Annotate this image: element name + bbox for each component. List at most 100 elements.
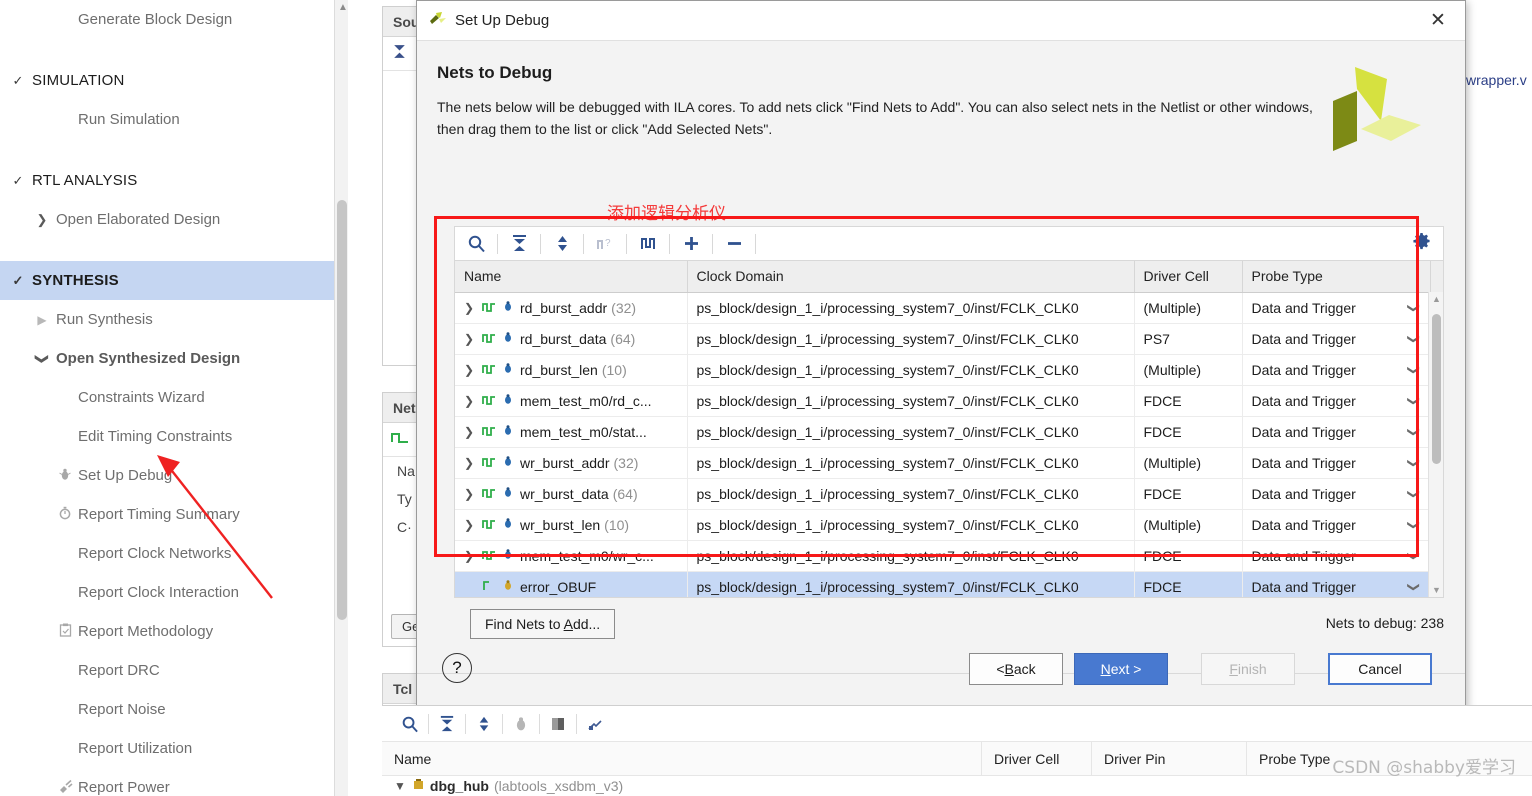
sidebar-item-edit-timing-constraints[interactable]: Edit Timing Constraints (0, 417, 348, 456)
table-row[interactable]: ❯ wr_burst_addr (32) ps_block/design_1_i/pr… (455, 447, 1443, 479)
table-row[interactable]: ❯ mem_test_m0/wr_c... ps_block/design_1_i/… (455, 540, 1443, 572)
chevron-down-icon[interactable]: ❯ (34, 347, 50, 371)
expand-row-icon[interactable]: ❯ (464, 549, 482, 563)
help-button[interactable]: ? (442, 653, 472, 683)
scroll-down-arrow-icon[interactable]: ▼ (1432, 585, 1441, 595)
table-row[interactable]: ❯ mem_test_m0/rd_c... ps_block/design_1_i/… (455, 385, 1443, 417)
sidebar-item-report-power[interactable]: Report Power (0, 768, 348, 796)
sidebar-scrollbar-thumb[interactable] (337, 200, 347, 620)
cell-probe-type[interactable]: Data and Trigger ❯ (1242, 447, 1431, 479)
table-vertical-scrollbar[interactable]: ▲ ▼ (1428, 292, 1443, 597)
chevron-down-icon[interactable]: ❯ (1407, 426, 1421, 436)
chevron-down-icon[interactable]: ▼ (394, 779, 406, 793)
chevron-down-icon[interactable]: ❯ (1407, 457, 1421, 467)
sidebar-scrollbar[interactable]: ▲ (334, 0, 348, 796)
close-icon[interactable]: ✕ (1421, 6, 1455, 36)
scroll-up-arrow-icon[interactable]: ▲ (338, 2, 348, 13)
sidebar-item-report-noise[interactable]: Report Noise (0, 690, 348, 729)
chevron-down-icon[interactable]: ❯ (1407, 395, 1421, 405)
cell-probe-type[interactable]: Data and Trigger ❯ (1242, 323, 1431, 355)
table-row[interactable]: ❯ rd_burst_len (10) ps_block/design_1_i/pro… (455, 354, 1443, 386)
table-row[interactable]: error_OBUF ps_block/design_1_i/processing… (455, 571, 1443, 597)
column-header-name[interactable]: Name (455, 261, 688, 293)
collapse-all-icon[interactable] (498, 228, 540, 260)
app-window: Generate Block Design ✓ SIMULATION Run Simu… (0, 0, 1532, 796)
column-header-probe-type[interactable]: Probe Type (1242, 261, 1431, 293)
table-row[interactable]: ❯ wr_burst_data (64) ps_block/design_1_i/pr… (455, 478, 1443, 510)
sidebar-item-synthesis[interactable]: ✓ SYNTHESIS (0, 261, 348, 300)
table-row[interactable]: ❯ mem_test_m0/stat... ps_block/design_1_i/… (455, 416, 1443, 448)
column-header-driver-pin[interactable]: Driver Pin (1092, 741, 1247, 776)
table-scrollbar-thumb[interactable] (1432, 314, 1441, 464)
source-file-label[interactable]: wrapper.v (1466, 60, 1532, 100)
expand-row-icon[interactable]: ❯ (464, 363, 482, 377)
scroll-up-arrow-icon[interactable]: ▲ (1432, 294, 1441, 304)
sidebar-item-report-clock-interaction[interactable]: Report Clock Interaction (0, 573, 348, 612)
collapse-all-icon[interactable] (429, 709, 465, 739)
column-header-clock-domain[interactable]: Clock Domain (687, 261, 1135, 293)
play-icon[interactable]: ▶ (30, 313, 54, 327)
sidebar-item-run-synthesis[interactable]: ▶ Run Synthesis (0, 300, 348, 339)
mark-debug-icon[interactable] (627, 228, 669, 260)
back-button[interactable]: < Back (969, 653, 1063, 685)
sidebar-item-report-clock-networks[interactable]: Report Clock Networks (0, 534, 348, 573)
sidebar-item-report-timing-summary[interactable]: Report Timing Summary (0, 495, 348, 534)
chevron-down-icon[interactable]: ❯ (1407, 581, 1421, 591)
column-header-driver-cell[interactable]: Driver Cell (982, 741, 1092, 776)
waveform-icon[interactable] (391, 430, 409, 449)
cell-probe-type[interactable]: Data and Trigger ❯ (1242, 509, 1431, 541)
debug-panel-row[interactable]: ▼ dbg_hub (labtools_xsdbm_v3) (382, 776, 1532, 796)
find-nets-to-add-button[interactable]: Find Nets to Add... (470, 609, 616, 639)
chevron-down-icon[interactable]: ❯ (1407, 302, 1421, 312)
expand-all-icon[interactable] (541, 228, 583, 260)
sidebar-item-report-drc[interactable]: Report DRC (0, 651, 348, 690)
sidebar-item-set-up-debug[interactable]: Set Up Debug (0, 456, 348, 495)
sidebar-item-open-elaborated-design[interactable]: ❯ Open Elaborated Design (0, 200, 348, 239)
cell-probe-type[interactable]: Data and Trigger ❯ (1242, 292, 1431, 324)
table-row[interactable]: ❯ rd_burst_data (64) ps_block/design_1_i/pr… (455, 323, 1443, 355)
chevron-down-icon[interactable]: ❯ (1407, 364, 1421, 374)
add-nets-icon[interactable] (670, 228, 712, 260)
expand-row-icon[interactable]: ❯ (464, 332, 482, 346)
ila-core-icon[interactable] (540, 709, 576, 739)
cell-probe-type[interactable]: Data and Trigger ❯ (1242, 354, 1431, 386)
sidebar-item-constraints-wizard[interactable]: Constraints Wizard (0, 378, 348, 417)
table-row[interactable]: ❯ wr_burst_len (10) ps_block/design_1_i/pro… (455, 509, 1443, 541)
gear-icon[interactable] (1412, 232, 1431, 256)
remove-nets-icon[interactable] (713, 228, 755, 260)
chevron-down-icon[interactable]: ❯ (1407, 519, 1421, 529)
search-icon[interactable] (455, 228, 497, 260)
chevron-down-icon[interactable]: ❯ (1407, 333, 1421, 343)
table-row[interactable]: ❯ rd_burst_addr (32) ps_block/design_1_i/pr… (455, 292, 1443, 324)
cell-probe-type[interactable]: Data and Trigger ❯ (1242, 571, 1431, 597)
cell-probe-type[interactable]: Data and Trigger ❯ (1242, 540, 1431, 572)
cell-probe-type[interactable]: Data and Trigger ❯ (1242, 478, 1431, 510)
expand-row-icon[interactable]: ❯ (464, 456, 482, 470)
cell-clock-domain: ps_block/design_1_i/processing_system7_0… (687, 509, 1135, 541)
cell-probe-type[interactable]: Data and Trigger ❯ (1242, 416, 1431, 448)
sidebar-item-report-methodology[interactable]: Report Methodology (0, 612, 348, 651)
assign-icon[interactable] (577, 709, 613, 739)
chevron-down-icon[interactable]: ❯ (1407, 550, 1421, 560)
sidebar-item-run-simulation[interactable]: Run Simulation (0, 100, 348, 139)
expand-row-icon[interactable]: ❯ (464, 518, 482, 532)
search-icon[interactable] (392, 709, 428, 739)
sidebar-item-generate-block-design[interactable]: Generate Block Design (0, 0, 348, 39)
expand-row-icon[interactable]: ❯ (464, 301, 482, 315)
expand-all-icon[interactable] (466, 709, 502, 739)
chevron-down-icon[interactable]: ❯ (1407, 488, 1421, 498)
cancel-button[interactable]: Cancel (1328, 653, 1432, 685)
collapse-all-icon[interactable] (391, 43, 408, 65)
expand-row-icon[interactable]: ❯ (464, 394, 482, 408)
column-header-name[interactable]: Name (382, 741, 982, 776)
cell-probe-type[interactable]: Data and Trigger ❯ (1242, 385, 1431, 417)
next-button[interactable]: Next > (1074, 653, 1168, 685)
sidebar-item-report-utilization[interactable]: Report Utilization (0, 729, 348, 768)
sidebar-item-simulation[interactable]: ✓ SIMULATION (0, 61, 348, 100)
chevron-right-icon[interactable]: ❯ (30, 212, 54, 228)
sidebar-item-open-synthesized-design[interactable]: ❯ Open Synthesized Design (0, 339, 348, 378)
expand-row-icon[interactable]: ❯ (464, 487, 482, 501)
sidebar-item-rtl-analysis[interactable]: ✓ RTL ANALYSIS (0, 161, 348, 200)
column-header-driver-cell[interactable]: Driver Cell (1134, 261, 1243, 293)
expand-row-icon[interactable]: ❯ (464, 425, 482, 439)
